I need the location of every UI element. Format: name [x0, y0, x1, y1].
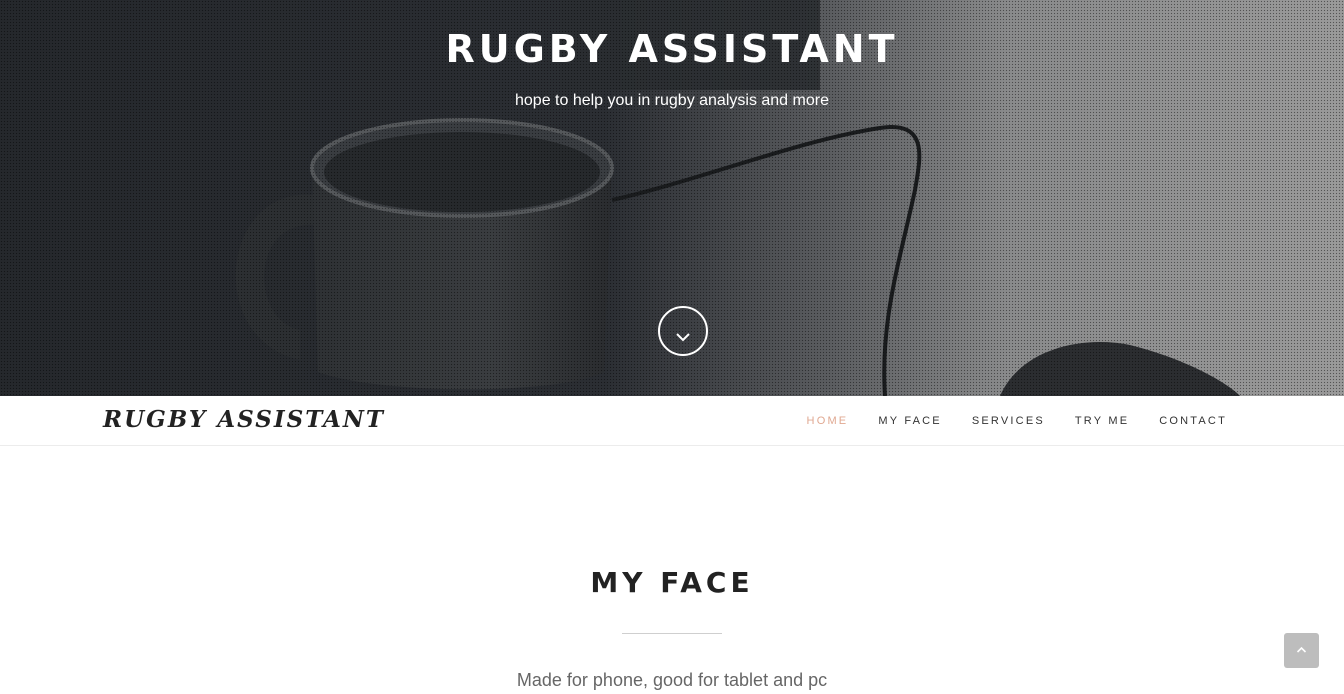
nav-item-home[interactable]: HOME [807, 415, 849, 427]
back-to-top-button[interactable] [1284, 633, 1319, 668]
section-divider [622, 633, 722, 634]
nav-item-my-face[interactable]: MY FACE [878, 415, 942, 427]
section-title: MY FACE [590, 566, 754, 599]
hero-section: RUGBY ASSISTANT hope to help you in rugb… [0, 0, 1344, 396]
nav-item-try-me[interactable]: TRY ME [1075, 415, 1129, 427]
chevron-down-icon [676, 333, 690, 342]
chevron-up-icon [1296, 646, 1307, 653]
hero-title: RUGBY ASSISTANT [445, 27, 899, 71]
brand-logo[interactable]: RUGBY ASSISTANT [103, 405, 385, 435]
scroll-down-button[interactable] [658, 306, 708, 356]
main-navbar: RUGBY ASSISTANT HOME MY FACE SERVICES TR… [0, 396, 1344, 446]
nav-menu: HOME MY FACE SERVICES TRY ME CONTACT [777, 396, 1227, 446]
hero-subtitle: hope to help you in rugby analysis and m… [515, 92, 829, 109]
section-description: Made for phone, good for tablet and pc [516, 670, 828, 690]
nav-item-services[interactable]: SERVICES [972, 415, 1045, 427]
nav-item-contact[interactable]: CONTACT [1159, 415, 1227, 427]
